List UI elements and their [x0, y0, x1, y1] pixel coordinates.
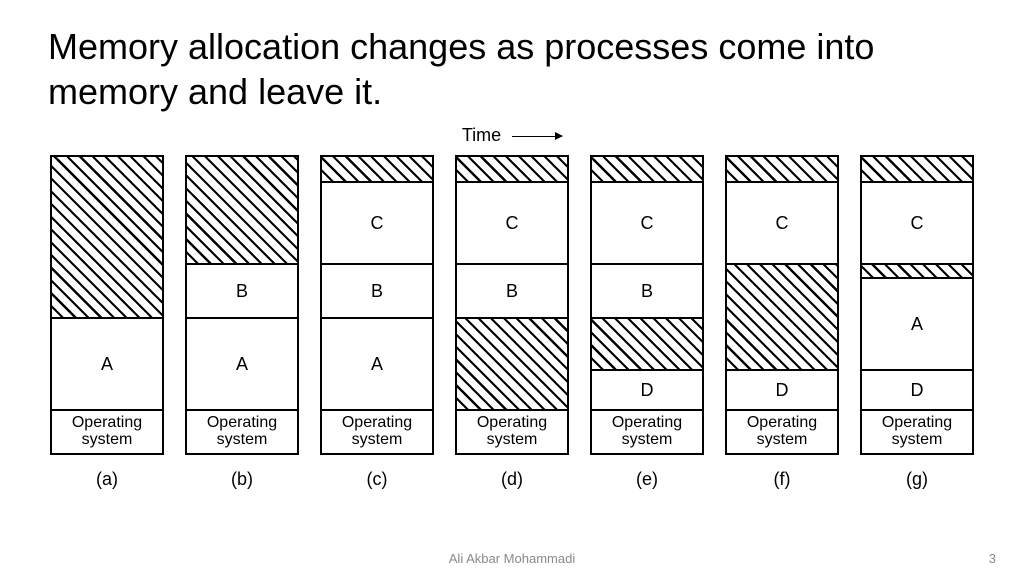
segment-free — [592, 157, 702, 181]
footer-author: Ali Akbar Mohammadi — [0, 551, 1024, 566]
slide: Memory allocation changes as processes c… — [0, 0, 1024, 576]
footer-page-number: 3 — [989, 551, 996, 566]
segment-process: C — [862, 181, 972, 263]
memory-column: CBAOperating system(c) — [320, 155, 434, 485]
memory-bar: CBAOperating system — [320, 155, 434, 455]
segment-process: A — [862, 277, 972, 369]
memory-bar: CB DOperating system — [590, 155, 704, 455]
column-caption: (g) — [906, 469, 928, 490]
segment-os: Operating system — [52, 409, 162, 453]
column-caption: (b) — [231, 469, 253, 490]
segment-process: C — [322, 181, 432, 263]
segment-process: C — [727, 181, 837, 263]
memory-column: CDOperating system(f) — [725, 155, 839, 485]
segment-process: A — [187, 317, 297, 409]
segment-free — [727, 157, 837, 181]
segment-free — [862, 157, 972, 181]
segment-free — [52, 157, 162, 317]
segment-process: D — [592, 369, 702, 409]
segment-free — [457, 157, 567, 181]
segment-process: D — [727, 369, 837, 409]
memory-column: CBOperating system(d) — [455, 155, 569, 485]
column-caption: (d) — [501, 469, 523, 490]
segment-process: B — [187, 263, 297, 317]
segment-free — [862, 263, 972, 277]
segment-free — [457, 317, 567, 409]
segment-os: Operating system — [727, 409, 837, 453]
column-caption: (c) — [367, 469, 388, 490]
time-label: Time — [462, 125, 501, 145]
memory-bar: CADOperating system — [860, 155, 974, 455]
column-caption: (e) — [636, 469, 658, 490]
memory-column: BAOperating system(b) — [185, 155, 299, 485]
segment-os: Operating system — [862, 409, 972, 453]
memory-diagram: AOperating system(a)BAOperating system(b… — [50, 155, 974, 485]
memory-bar: BAOperating system — [185, 155, 299, 455]
segment-free — [322, 157, 432, 181]
time-axis: Time — [0, 125, 1024, 146]
column-caption: (f) — [774, 469, 791, 490]
segment-os: Operating system — [592, 409, 702, 453]
segment-os: Operating system — [322, 409, 432, 453]
segment-process: A — [52, 317, 162, 409]
segment-os: Operating system — [187, 409, 297, 453]
segment-process: A — [322, 317, 432, 409]
memory-bar: CB Operating system — [455, 155, 569, 455]
memory-column: AOperating system(a) — [50, 155, 164, 485]
segment-process: D — [862, 369, 972, 409]
memory-bar: C DOperating system — [725, 155, 839, 455]
segment-process: B — [322, 263, 432, 317]
segment-process: C — [457, 181, 567, 263]
memory-column: CBDOperating system(e) — [590, 155, 704, 485]
arrow-right-icon — [512, 136, 562, 137]
segment-process: B — [592, 263, 702, 317]
column-caption: (a) — [96, 469, 118, 490]
memory-column: CADOperating system(g) — [860, 155, 974, 485]
segment-os: Operating system — [457, 409, 567, 453]
segment-free — [592, 317, 702, 369]
memory-bar: AOperating system — [50, 155, 164, 455]
segment-process: B — [457, 263, 567, 317]
segment-free — [187, 157, 297, 263]
segment-process: C — [592, 181, 702, 263]
segment-free — [727, 263, 837, 369]
slide-title: Memory allocation changes as processes c… — [48, 24, 976, 114]
